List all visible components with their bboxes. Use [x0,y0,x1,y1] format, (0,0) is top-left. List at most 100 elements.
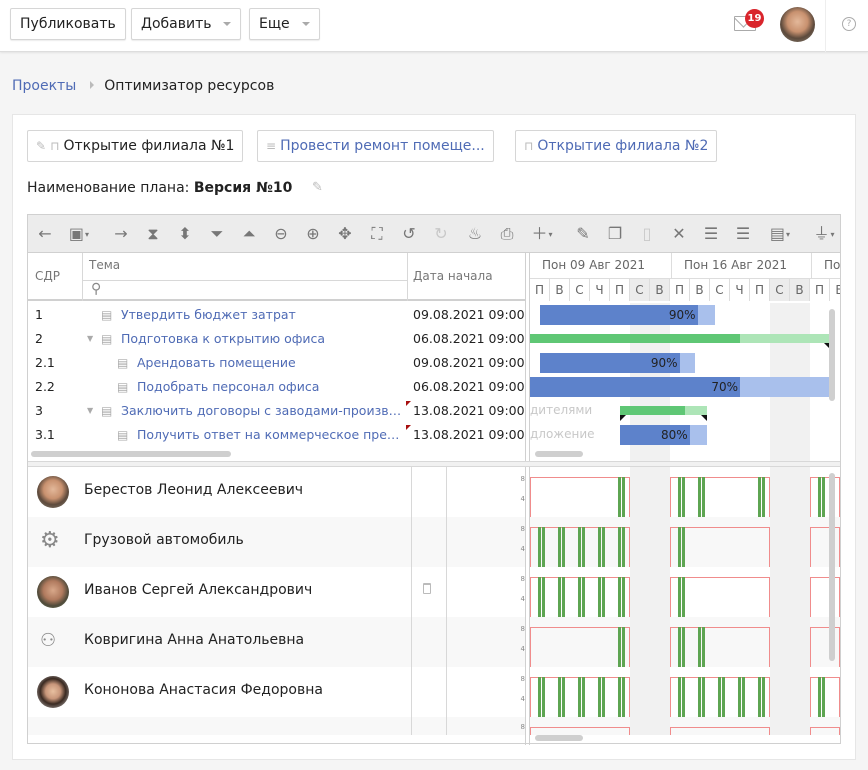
capacity-outline [670,627,770,667]
expand-collapse-icon[interactable]: ⬍ [174,224,196,244]
load-bar [602,527,605,567]
arrow-left-icon[interactable]: ← [34,224,56,244]
undo-icon[interactable]: ↺ [398,224,420,244]
delete-icon[interactable]: ✕ [668,224,690,244]
project-tab-3[interactable]: ⊓ Открытие филиала №2 [515,130,718,162]
project-tab-2[interactable]: ≡ Провести ремонт помеще... [257,130,494,162]
edit-plan-name-icon[interactable]: ✎ [312,180,323,195]
day-label: П [750,278,770,301]
summary-bar[interactable] [620,406,707,421]
load-bar [622,527,625,567]
task-name[interactable]: Подобрать персонал офиса [137,375,404,399]
timeline-horizontal-scrollbar[interactable] [535,451,583,457]
expand-icon[interactable]: ⏶ [238,224,260,244]
copy-icon[interactable]: ❐ [604,224,626,244]
calendar-check-icon[interactable]: ▣▾ [64,224,94,245]
day-label: В [650,278,670,301]
task-name[interactable]: Арендовать помещение [137,351,404,375]
user-avatar[interactable] [780,7,815,42]
task-bar-progress [530,377,740,397]
task-bar[interactable]: 90% [540,353,695,373]
calendar-icon[interactable]: ▤▾ [764,224,796,245]
collapse-toggle-icon[interactable]: ▼ [87,399,93,423]
load-bar [702,677,705,717]
project-tab-1[interactable]: ✎ ⊓ Открытие филиала №1 [27,130,244,162]
add-button[interactable]: Добавить [131,8,242,40]
print-icon[interactable]: ⎙ [496,224,518,244]
sort-asc-icon[interactable]: ☰ [732,224,754,244]
axis-tick-4: 4 [520,695,525,703]
arrow-right-icon[interactable]: → [110,224,132,244]
summary-bar[interactable] [530,334,830,349]
resource-row[interactable]: 8 [28,717,525,735]
load-bar [678,677,681,717]
more-button[interactable]: Еще [249,8,320,40]
mail-count-badge[interactable]: 19 [745,9,764,28]
load-bar [678,627,681,667]
add-icon[interactable]: ＋▾ [526,224,558,245]
task-icon: ▤ [101,308,113,322]
task-name[interactable]: Утвердить бюджет затрат [121,303,404,327]
zoom-out-icon[interactable]: ⊖ [270,224,292,244]
pane-splitter[interactable] [525,253,526,461]
column-header-wbs[interactable]: СДР [35,269,60,283]
task-bar[interactable]: 90% [540,305,715,325]
move-icon[interactable]: ✥ [334,224,356,244]
breadcrumb-projects-link[interactable]: Проекты [12,78,76,94]
load-bar [698,477,701,517]
load-bar [682,677,685,717]
axis-tick-4: 4 [520,545,525,553]
table-row[interactable]: 3 ▼ ▤ Заключить договоры с заводами-произво… [28,399,525,423]
resource-row[interactable]: ⚇ Ковригина Анна Анатольевна 8 4 [28,617,525,667]
task-name[interactable]: Заключить договоры с заводами-производит… [121,399,404,423]
load-bar [542,577,545,617]
fire-icon[interactable]: ♨ [464,224,486,244]
table-row[interactable]: 3.1 ▤ Получить ответ на коммерческое предл… [28,423,525,447]
load-bar [578,677,581,717]
overflow-task-name: дителями [530,403,593,417]
resource-row[interactable]: Берестов Леонид Алексеевич 8 4 [28,467,525,517]
load-bar [682,627,685,667]
capacity-outline [810,527,840,567]
collapse-icon[interactable]: ⏷ [206,224,228,244]
table-row[interactable]: 2 ▼ ▤ Подготовка к открытию офиса 06.08.2021… [28,327,525,351]
paste-icon[interactable]: ▯ [636,224,658,244]
column-header-topic[interactable]: Тема [89,258,120,272]
zoom-in-icon[interactable]: ⊕ [302,224,324,244]
redo-icon[interactable]: ↻ [430,224,452,244]
task-bar[interactable]: 70% [530,377,830,397]
pane-splitter[interactable] [525,467,526,745]
load-bar [558,577,561,617]
task-bar[interactable]: 80% [620,425,707,445]
topic-search-input[interactable]: ⚲ [83,280,407,301]
filter-icon[interactable]: ⏚▾ [808,224,840,245]
task-name[interactable]: Подготовка к открытию офиса [121,327,404,351]
pencil-icon[interactable]: ✎ [572,224,594,244]
collapse-all-icon[interactable]: ⧗ [142,224,164,244]
timeline-vertical-scrollbar[interactable] [829,309,835,401]
task-name[interactable]: Получить ответ на коммерческое предложен… [137,423,404,447]
publish-button[interactable]: Публиковать [10,8,126,40]
column-header-start[interactable]: Дата начала [413,269,493,283]
table-row[interactable]: 2.2 ▤ Подобрать персонал офиса 06.08.2021 0… [28,375,525,399]
table-row[interactable]: 1 ▤ Утвердить бюджет затрат 09.08.2021 09:0… [28,303,525,327]
day-label: Ч [590,278,610,301]
table-row[interactable]: 2.1 ▤ Арендовать помещение 09.08.2021 09:00 [28,351,525,375]
resource-row[interactable]: Иванов Сергей Александрович 8 4 [28,567,525,617]
sort-desc-icon[interactable]: ☰ [700,224,722,244]
load-horizontal-scrollbar[interactable] [535,735,583,741]
start-date-cell: 09.08.2021 09:00 [413,355,525,370]
wbs-cell: 2 [35,331,43,346]
load-vertical-scrollbar[interactable] [829,473,835,661]
collapse-toggle-icon[interactable]: ▼ [87,327,93,351]
resource-row[interactable]: ⚙ Грузовой автомобиль 8 4 [28,517,525,567]
column-divider [446,467,447,735]
grid-horizontal-scrollbar[interactable] [31,451,231,457]
resource-row[interactable]: Кононова Анастасия Федоровна 8 4 [28,667,525,717]
load-bar [558,677,561,717]
day-label: С [630,278,650,301]
trash-icon[interactable] [423,583,431,594]
help-icon[interactable]: ? [842,17,856,31]
fullscreen-icon[interactable]: ⛶ [366,224,388,244]
load-bar [618,577,621,617]
